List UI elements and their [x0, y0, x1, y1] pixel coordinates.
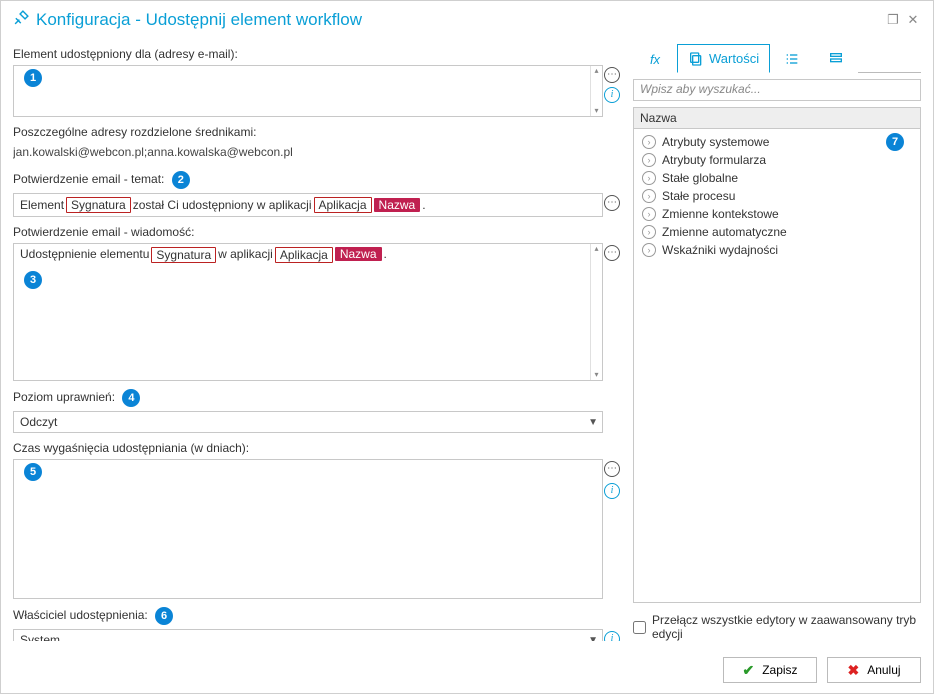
more-icon[interactable]: ⋯ — [604, 195, 620, 211]
tree-item-label: Stałe procesu — [662, 189, 735, 203]
tree-item-label: Wskaźniki wydajności — [662, 243, 778, 257]
left-panel: Element udostępniony dla (adresy e-mail)… — [13, 43, 621, 641]
message-text: w aplikacji — [218, 247, 273, 261]
scroll-indicator[interactable]: ▴▾ — [590, 66, 602, 116]
permission-value: Odczyt — [20, 415, 57, 429]
form-icon — [828, 51, 844, 67]
more-icon[interactable]: ⋯ — [604, 245, 620, 261]
main-content: Element udostępniony dla (adresy e-mail)… — [1, 35, 933, 649]
tree-item[interactable]: › Zmienne automatyczne — [638, 223, 916, 241]
shared-for-label: Element udostępniony dla (adresy e-mail)… — [13, 47, 621, 61]
separator-label: Poszczególne adresy rozdzielone średnika… — [13, 125, 621, 139]
tabstrip: fx Wartości — [633, 43, 921, 73]
expand-icon[interactable]: › — [642, 243, 656, 257]
tree-header: Nazwa — [634, 108, 920, 129]
owner-value: System — [20, 633, 60, 641]
message-text: . — [384, 247, 387, 261]
tab-form[interactable] — [814, 44, 858, 73]
subject-text: Element — [20, 198, 64, 212]
subject-input[interactable]: Element Sygnatura został Ci udostępniony… — [13, 193, 603, 217]
callout-badge-7: 7 — [886, 133, 904, 151]
permission-label: Poziom uprawnień: 4 — [13, 389, 621, 407]
message-input[interactable]: Udostępnienie elementu Sygnatura w aplik… — [13, 243, 603, 381]
expand-icon[interactable]: › — [642, 207, 656, 221]
more-icon[interactable]: ⋯ — [604, 67, 620, 83]
subject-text: . — [422, 198, 425, 212]
token-nazwa[interactable]: Nazwa — [374, 198, 421, 212]
separator-example: jan.kowalski@webcon.pl;anna.kowalska@web… — [13, 145, 621, 159]
footer: ✔ Zapisz ✖ Anuluj — [1, 649, 933, 693]
tree-item[interactable]: › Zmienne kontekstowe — [638, 205, 916, 223]
tree-view: Nazwa › Atrybuty systemowe › Atrybuty form… — [633, 107, 921, 603]
subject-text: został Ci udostępniony w aplikacji — [133, 198, 312, 212]
owner-label: Właściciel udostępnienia: 6 — [13, 607, 621, 625]
tree-item-label: Stałe globalne — [662, 171, 738, 185]
expand-icon[interactable]: › — [642, 171, 656, 185]
subject-label: Potwierdzenie email - temat: 2 — [13, 171, 621, 189]
window-maximize-icon[interactable]: ❐ — [883, 10, 903, 30]
token-aplikacja[interactable]: Aplikacja — [275, 247, 333, 263]
chevron-down-icon: ▼ — [588, 417, 598, 428]
tab-values-label: Wartości — [709, 51, 759, 66]
tree-item[interactable]: › Stałe globalne — [638, 169, 916, 187]
titlebar: Konfiguracja - Udostępnij element workfl… — [1, 1, 933, 35]
advanced-mode-row: Przełącz wszystkie edytory w zaawansowan… — [633, 613, 921, 641]
advanced-mode-label: Przełącz wszystkie edytory w zaawansowan… — [652, 613, 921, 641]
copy-icon — [688, 51, 704, 67]
expand-icon[interactable]: › — [642, 225, 656, 239]
right-panel: fx Wartości Wpisz aby wyszukać... Nazwa … — [633, 43, 921, 641]
tree-item[interactable]: › Atrybuty formularza — [638, 151, 916, 169]
window-close-icon[interactable]: ✕ — [903, 10, 923, 30]
expand-icon[interactable]: › — [642, 153, 656, 167]
info-icon[interactable]: i — [604, 631, 620, 641]
expand-icon[interactable]: › — [642, 189, 656, 203]
callout-badge-3: 3 — [24, 271, 42, 289]
advanced-mode-checkbox[interactable] — [633, 621, 646, 634]
tree-list: › Atrybuty systemowe › Atrybuty formularza… — [634, 129, 920, 602]
cancel-button-label: Anuluj — [867, 663, 900, 677]
owner-select[interactable]: System ▼ — [13, 629, 603, 641]
expand-icon[interactable]: › — [642, 135, 656, 149]
shared-for-input[interactable]: 1 ▴▾ — [13, 65, 603, 117]
callout-badge-4: 4 — [122, 389, 140, 407]
tab-list[interactable] — [770, 44, 814, 73]
message-label: Potwierdzenie email - wiadomość: — [13, 225, 621, 239]
check-icon: ✔ — [742, 662, 754, 679]
tools-icon — [13, 9, 30, 31]
token-sygnatura[interactable]: Sygnatura — [151, 247, 216, 263]
tree-item[interactable]: › Stałe procesu — [638, 187, 916, 205]
callout-badge-2: 2 — [172, 171, 190, 189]
tree-item-label: Atrybuty formularza — [662, 153, 766, 167]
cancel-icon: ✖ — [847, 662, 859, 679]
expire-label: Czas wygaśnięcia udostępniania (w dniach… — [13, 441, 621, 455]
tree-item[interactable]: › Atrybuty systemowe — [638, 133, 916, 151]
tree-item-label: Zmienne kontekstowe — [662, 207, 779, 221]
search-input[interactable]: Wpisz aby wyszukać... — [633, 79, 921, 101]
token-aplikacja[interactable]: Aplikacja — [314, 197, 372, 213]
tree-item-label: Atrybuty systemowe — [662, 135, 769, 149]
list-icon — [784, 51, 800, 67]
scroll-indicator[interactable]: ▴▾ — [590, 244, 602, 380]
save-button-label: Zapisz — [762, 663, 797, 677]
callout-badge-1: 1 — [24, 69, 42, 87]
expire-input[interactable]: 5 — [13, 459, 603, 599]
token-nazwa[interactable]: Nazwa — [335, 247, 382, 261]
save-button[interactable]: ✔ Zapisz — [723, 657, 817, 683]
permission-select[interactable]: Odczyt ▼ — [13, 411, 603, 433]
chevron-down-icon: ▼ — [588, 635, 598, 642]
callout-badge-5: 5 — [24, 463, 42, 481]
tree-item-label: Zmienne automatyczne — [662, 225, 787, 239]
message-text: Udostępnienie elementu — [20, 247, 149, 261]
window-title: Konfiguracja - Udostępnij element workfl… — [36, 10, 362, 30]
info-icon[interactable]: i — [604, 87, 620, 103]
tree-item[interactable]: › Wskaźniki wydajności — [638, 241, 916, 259]
cancel-button[interactable]: ✖ Anuluj — [827, 657, 921, 683]
tab-fx[interactable]: fx — [633, 44, 677, 73]
tab-values[interactable]: Wartości — [677, 44, 770, 73]
token-sygnatura[interactable]: Sygnatura — [66, 197, 131, 213]
more-icon[interactable]: ⋯ — [604, 461, 620, 477]
callout-badge-6: 6 — [155, 607, 173, 625]
info-icon[interactable]: i — [604, 483, 620, 499]
